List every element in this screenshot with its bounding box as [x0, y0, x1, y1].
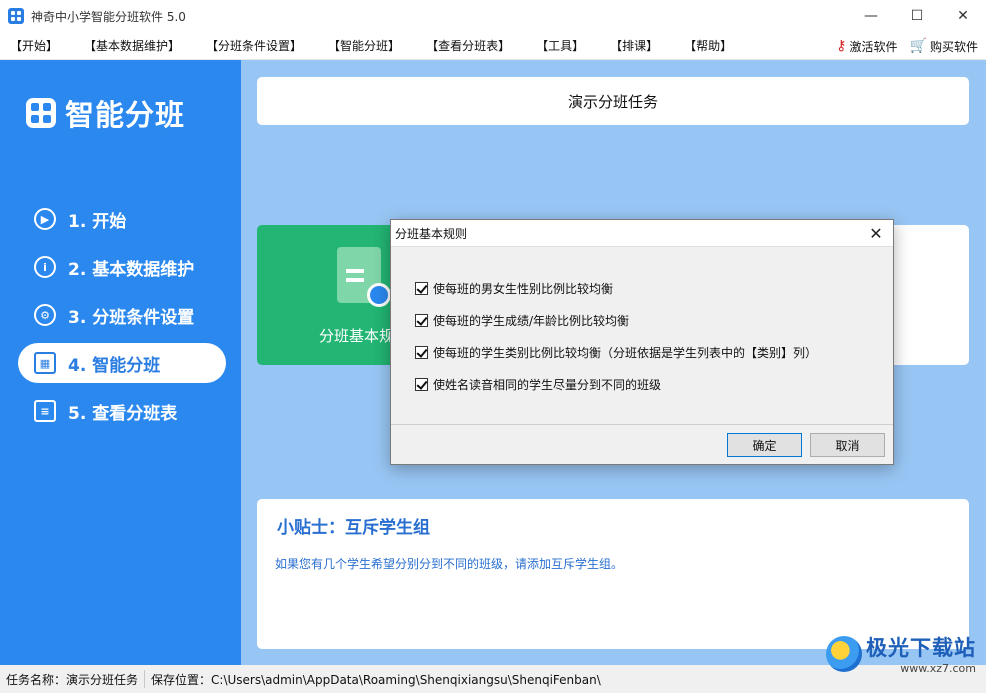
menu-view-table[interactable]: 【查看分班表】	[426, 37, 510, 54]
cart-icon: 🛒	[909, 38, 927, 54]
buy-button[interactable]: 🛒 购买软件	[910, 38, 978, 55]
minimize-button[interactable]: —	[848, 0, 894, 32]
sidebar-nav: ▶ 1. 开始 i 2. 基本数据维护 ⚙ 3. 分班条件设置 ▦ 4. 智能分…	[18, 199, 226, 439]
tip-box: 小贴士：互斥学生组 如果您有几个学生希望分别分到不同的班级，请添加互斥学生组。	[257, 499, 969, 649]
dialog-close-button[interactable]: ✕	[865, 222, 887, 244]
status-save-location: 保存位置：C:\Users\admin\AppData\Roaming\Shen…	[151, 672, 601, 687]
card-label: 分班基本规	[319, 327, 395, 345]
search-list-icon: ≡	[34, 400, 56, 422]
menu-conditions[interactable]: 【分班条件设置】	[206, 37, 302, 54]
settings-icon	[367, 283, 391, 307]
dialog-title: 分班基本规则	[395, 226, 468, 241]
close-button[interactable]: ✕	[940, 0, 986, 32]
option-label: 使每班的学生类别比例比较均衡（分班依据是学生列表中的【类别】列）	[433, 346, 818, 360]
dialog-footer: 确定 取消	[391, 424, 893, 464]
watermark-url: www.xz7.com	[900, 662, 976, 675]
option-category-balance[interactable]: 使每班的学生类别比例比较均衡（分班依据是学生列表中的【类别】列）	[415, 344, 817, 361]
tip-title: 小贴士：互斥学生组	[277, 518, 430, 538]
checkbox[interactable]	[415, 346, 428, 359]
info-icon: i	[34, 256, 56, 278]
menu-tools[interactable]: 【工具】	[536, 37, 584, 54]
cancel-button[interactable]: 取消	[810, 433, 885, 457]
window-controls: — ☐ ✕	[848, 0, 986, 32]
gear-icon: ⚙	[34, 304, 56, 326]
status-task-name: 任务名称：演示分班任务	[0, 670, 146, 688]
app-icon	[8, 8, 24, 24]
sidebar-item-label: 1. 开始	[68, 211, 127, 232]
menu-help[interactable]: 【帮助】	[684, 37, 732, 54]
title-bar: 神奇中小学智能分班软件 5.0 — ☐ ✕	[0, 0, 986, 32]
watermark-title: 极光下载站	[866, 636, 976, 660]
dialog-body: 使每班的男女生性别比例比较均衡 使每班的学生成绩/年龄比例比较均衡 使每班的学生…	[391, 246, 893, 424]
option-label: 使每班的学生成绩/年龄比例比较均衡	[433, 314, 630, 328]
sidebar-item-view-table[interactable]: ≡ 5. 查看分班表	[18, 391, 226, 431]
option-gender-balance[interactable]: 使每班的男女生性别比例比较均衡	[415, 280, 613, 297]
brand-icon	[26, 98, 56, 128]
checkbox[interactable]	[415, 282, 428, 295]
buy-label: 购买软件	[929, 39, 978, 54]
option-name-sound[interactable]: 使姓名读音相同的学生尽量分到不同的班级	[415, 376, 661, 393]
sidebar-item-label: 5. 查看分班表	[68, 403, 178, 424]
menu-smart-divide[interactable]: 【智能分班】	[328, 37, 400, 54]
watermark-logo-icon	[826, 635, 862, 672]
window-title: 神奇中小学智能分班软件 5.0	[31, 9, 186, 24]
sidebar-item-basic-data[interactable]: i 2. 基本数据维护	[18, 247, 226, 287]
brand-title: 智能分班	[65, 98, 186, 132]
sidebar-item-label: 3. 分班条件设置	[68, 307, 195, 328]
tip-text: 如果您有几个学生希望分别分到不同的班级，请添加互斥学生组。	[275, 557, 624, 571]
checkbox[interactable]	[415, 314, 428, 327]
option-label: 使姓名读音相同的学生尽量分到不同的班级	[433, 378, 662, 392]
watermark: 极光下载站 www.xz7.com	[826, 632, 976, 675]
play-icon: ▶	[34, 208, 56, 230]
basic-rules-dialog: 分班基本规则 ✕ 使每班的男女生性别比例比较均衡 使每班的学生成绩/年龄比例比较…	[390, 219, 894, 465]
sidebar-item-start[interactable]: ▶ 1. 开始	[18, 199, 226, 239]
brand: 智能分班	[26, 92, 185, 134]
table-icon: ▦	[34, 352, 56, 374]
task-title: 演示分班任务	[257, 77, 969, 125]
menu-basic-data[interactable]: 【基本数据维护】	[84, 37, 180, 54]
sidebar-item-label: 2. 基本数据维护	[68, 259, 195, 280]
sidebar-item-label: 4. 智能分班	[68, 355, 161, 376]
option-label: 使每班的男女生性别比例比较均衡	[433, 282, 614, 296]
menu-bar: 【开始】 【基本数据维护】 【分班条件设置】 【智能分班】 【查看分班表】 【工…	[0, 32, 986, 60]
activate-button[interactable]: ⚷ 激活软件	[836, 38, 897, 55]
ok-button[interactable]: 确定	[727, 433, 802, 457]
option-score-age-balance[interactable]: 使每班的学生成绩/年龄比例比较均衡	[415, 312, 629, 329]
checkbox[interactable]	[415, 378, 428, 391]
maximize-button[interactable]: ☐	[894, 0, 940, 32]
sidebar-item-smart-divide[interactable]: ▦ 4. 智能分班	[18, 343, 226, 383]
sidebar-item-conditions[interactable]: ⚙ 3. 分班条件设置	[18, 295, 226, 335]
dialog-titlebar: 分班基本规则 ✕	[391, 220, 893, 246]
menu-schedule[interactable]: 【排课】	[610, 37, 658, 54]
activate-label: 激活软件	[849, 39, 898, 54]
menubar-right: ⚷ 激活软件 🛒 购买软件	[824, 32, 978, 60]
key-icon: ⚷	[836, 38, 847, 54]
sidebar: 智能分班 ▶ 1. 开始 i 2. 基本数据维护 ⚙ 3. 分班条件设置 ▦ 4…	[0, 60, 241, 665]
menu-start[interactable]: 【开始】	[10, 37, 58, 54]
